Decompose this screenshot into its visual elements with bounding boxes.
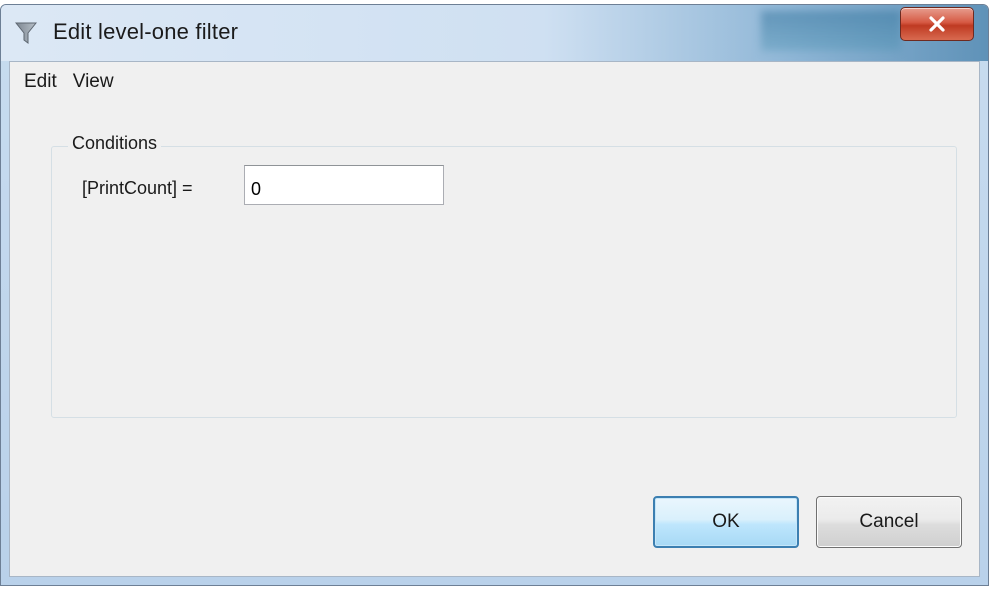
ok-button[interactable]: OK bbox=[653, 496, 799, 548]
close-icon bbox=[929, 16, 945, 32]
dialog-window: Edit level-one filter Edit View Conditio… bbox=[0, 4, 989, 586]
menu-bar: Edit View bbox=[10, 62, 979, 102]
conditions-group: Conditions [PrintCount] = bbox=[51, 133, 957, 418]
menu-view[interactable]: View bbox=[73, 71, 114, 93]
dialog-client-area: Edit View Conditions [PrintCount] = OK C… bbox=[9, 61, 980, 577]
conditions-group-label: Conditions bbox=[68, 133, 162, 154]
filter-icon bbox=[15, 22, 37, 44]
close-button[interactable] bbox=[900, 7, 974, 41]
window-title: Edit level-one filter bbox=[53, 19, 239, 44]
cancel-button[interactable]: Cancel bbox=[816, 496, 962, 548]
title-bar[interactable]: Edit level-one filter bbox=[1, 5, 988, 61]
menu-edit[interactable]: Edit bbox=[24, 71, 57, 93]
printcount-label: [PrintCount] = bbox=[82, 178, 193, 198]
printcount-input[interactable] bbox=[244, 165, 444, 205]
